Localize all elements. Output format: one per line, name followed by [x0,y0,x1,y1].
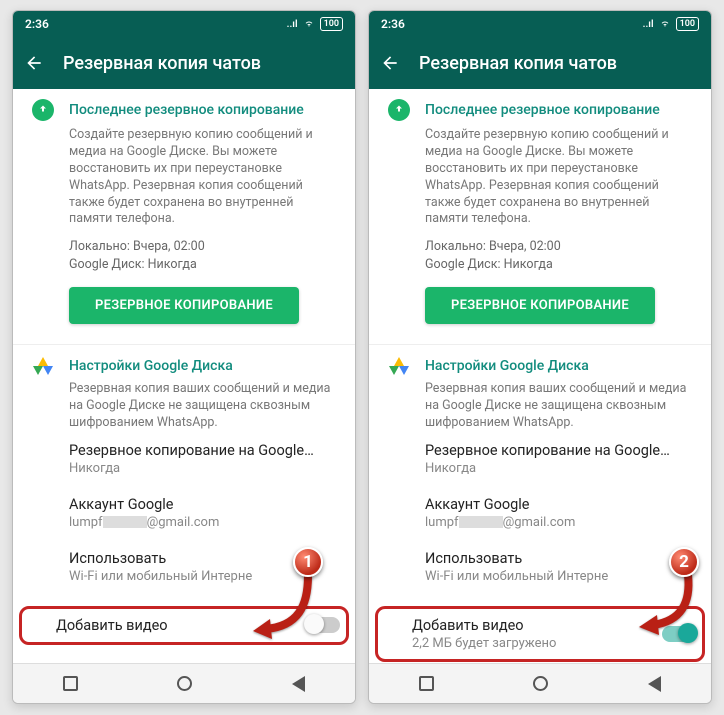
nav-recent-button[interactable] [60,674,80,694]
wifi-icon [302,19,316,29]
section-last-backup: Последнее резервное копирование Создайте… [13,89,355,340]
include-video-subtitle: 2,2 МБ будет загружено [412,636,662,651]
page-title: Резервная копия чатов [63,53,261,74]
section-drive-settings: Настройки Google Диска Резервная копия в… [369,344,711,606]
status-bar: 2:36 ..ıl 100 [13,11,355,37]
section-title-drive: Настройки Google Диска [425,358,589,374]
local-backup-line: Локально: Вчера, 02:00 [69,238,339,256]
signal-dots-icon: ..ıl [643,19,654,30]
status-time: 2:36 [381,17,405,31]
gdrive-backup-line: Google Диск: Никогда [425,256,695,274]
phone-screenshot-left: 2:36 ..ıl 100 Резервная копия чатов Посл… [12,10,356,704]
row-backup-frequency[interactable]: Резервное копирование на Google… Никогда [29,432,339,486]
section-title-backup: Последнее резервное копирование [69,102,304,118]
redacted-block [103,516,147,528]
arrow-back-icon [380,53,400,73]
section-last-backup: Последнее резервное копирование Создайте… [369,89,711,340]
callout-badge-2: 2 [669,547,699,577]
drive-description: Резервная копия ваших сообщений и медиа … [385,381,695,432]
back-button[interactable] [23,52,45,74]
status-bar: 2:36 ..ıl 100 [369,11,711,37]
backup-now-button[interactable]: РЕЗЕРВНОЕ КОПИРОВАНИЕ [69,287,299,324]
page-title: Резервная копия чатов [419,53,617,74]
google-drive-icon [389,357,409,375]
callout-arrow-1 [248,571,323,645]
account-email: lumpf@gmail.com [69,515,339,530]
account-email: lumpf@gmail.com [425,515,695,530]
nav-recent-button[interactable] [416,674,436,694]
backup-description: Создайте резервную копию сообщений и мед… [29,127,339,228]
battery-icon: 100 [676,17,699,31]
signal-dots-icon: ..ıl [287,19,298,30]
app-bar: Резервная копия чатов [369,37,711,89]
system-nav-bar [13,663,355,703]
backup-now-button[interactable]: РЕЗЕРВНОЕ КОПИРОВАНИЕ [425,287,655,324]
local-backup-line: Локально: Вчера, 02:00 [425,238,695,256]
include-video-label: Добавить видео [412,617,662,634]
backup-description: Создайте резервную копию сообщений и мед… [385,127,695,228]
row-backup-frequency[interactable]: Резервное копирование на Google… Никогда [385,432,695,486]
upload-icon [388,99,410,121]
nav-home-button[interactable] [530,674,550,694]
wifi-icon [658,19,672,29]
drive-description: Резервная копия ваших сообщений и медиа … [29,381,339,432]
nav-home-button[interactable] [174,674,194,694]
nav-back-button[interactable] [644,674,664,694]
status-time: 2:36 [25,17,49,31]
row-google-account[interactable]: Аккаунт Google lumpf@gmail.com [29,486,339,540]
system-nav-bar [369,663,711,703]
battery-icon: 100 [320,17,343,31]
callout-badge-1: 1 [293,547,323,577]
section-title-drive: Настройки Google Диска [69,358,233,374]
gdrive-backup-line: Google Диск: Никогда [69,256,339,274]
upload-icon [32,99,54,121]
redacted-block [459,516,503,528]
callout-arrow-2 [633,569,703,643]
phone-screenshot-right: 2:36 ..ıl 100 Резервная копия чатов Посл… [368,10,712,704]
section-title-backup: Последнее резервное копирование [425,102,660,118]
back-button[interactable] [379,52,401,74]
row-google-account[interactable]: Аккаунт Google lumpf@gmail.com [385,486,695,540]
app-bar: Резервная копия чатов [13,37,355,89]
nav-back-button[interactable] [288,674,308,694]
google-drive-icon [33,357,53,375]
arrow-back-icon [24,53,44,73]
